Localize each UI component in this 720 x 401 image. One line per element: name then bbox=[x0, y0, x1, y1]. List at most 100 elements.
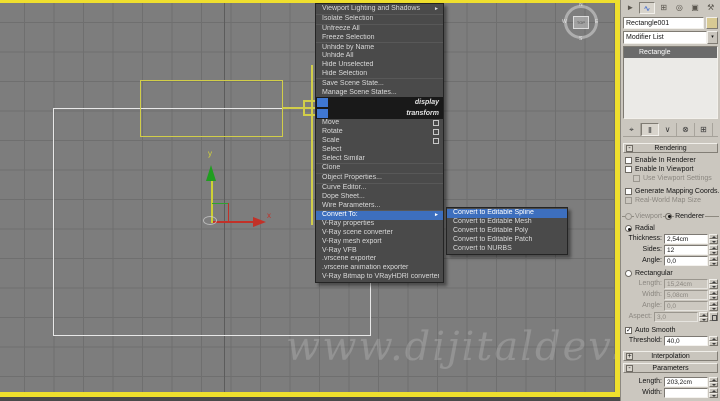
gizmo-xy-plane-red[interactable] bbox=[228, 203, 229, 222]
gizmo-y-arrowhead[interactable] bbox=[206, 165, 216, 181]
menu-item[interactable]: .vrscene exporter bbox=[316, 255, 443, 264]
rectangular-radio[interactable] bbox=[625, 270, 632, 277]
lock-aspect-icon[interactable] bbox=[709, 312, 718, 321]
spinner-down-icon[interactable] bbox=[709, 393, 718, 398]
show-end-result-icon[interactable]: Ⅱ bbox=[641, 123, 659, 136]
parameter-field[interactable] bbox=[664, 388, 708, 398]
menu-item[interactable]: Object Properties... bbox=[316, 174, 443, 183]
remove-modifier-icon[interactable]: ⊗ bbox=[677, 123, 695, 136]
submenu-item[interactable]: Convert to Editable Poly bbox=[447, 227, 567, 236]
parameter-field[interactable]: 0,0 bbox=[664, 301, 708, 311]
parameter-field[interactable]: 40,0 bbox=[664, 336, 708, 346]
menu-item[interactable]: Freeze Selection bbox=[316, 33, 443, 42]
make-unique-icon[interactable]: ∨ bbox=[659, 123, 677, 136]
viewport-radio[interactable] bbox=[625, 213, 632, 220]
menu-item[interactable]: Clone bbox=[316, 164, 443, 173]
menu-item[interactable]: V-Ray Bitmap to VRayHDRI converter bbox=[316, 273, 443, 282]
menu-item[interactable]: Scale bbox=[316, 137, 443, 146]
parameter-field[interactable]: 0,0 bbox=[664, 256, 708, 266]
gizmo-x-axis[interactable] bbox=[213, 221, 254, 223]
rollout-rendering[interactable]: - Rendering bbox=[623, 143, 718, 153]
radial-radio[interactable] bbox=[625, 225, 632, 232]
motion-tab-icon[interactable]: ◎ bbox=[672, 2, 687, 14]
menu-item[interactable]: Dope Sheet... bbox=[316, 192, 443, 201]
enable-in-renderer-checkbox[interactable] bbox=[625, 157, 632, 164]
submenu-item[interactable]: Convert to Editable Mesh bbox=[447, 218, 567, 227]
display-tab-icon[interactable]: ▣ bbox=[688, 2, 703, 14]
object-color-swatch[interactable] bbox=[706, 17, 718, 29]
configure-modifier-sets-icon[interactable]: ⊞ bbox=[695, 123, 713, 136]
rollout-minus-icon[interactable]: - bbox=[626, 365, 633, 372]
gizmo-xy-plane-green[interactable] bbox=[212, 203, 229, 204]
modifier-list-dropdown[interactable]: Modifier List ▾ bbox=[623, 31, 718, 44]
menu-item[interactable]: .vrscene animation exporter bbox=[316, 264, 443, 273]
menu-item[interactable]: Hide Unselected bbox=[316, 61, 443, 70]
viewcube-west[interactable]: W bbox=[562, 19, 567, 25]
menu-item[interactable]: Select bbox=[316, 145, 443, 154]
menu-item[interactable]: V-Ray properties bbox=[316, 220, 443, 229]
menu-item[interactable]: Convert To:► bbox=[316, 211, 443, 220]
enable-in-viewport-checkbox[interactable] bbox=[625, 166, 632, 173]
spinner-down-icon[interactable] bbox=[699, 317, 708, 322]
submenu-item[interactable]: Convert to NURBS bbox=[447, 244, 567, 253]
menu-item[interactable]: Unfreeze All bbox=[316, 25, 443, 34]
menu-item[interactable]: Select Similar bbox=[316, 154, 443, 163]
spinner-down-icon[interactable] bbox=[709, 261, 718, 266]
renderer-radio[interactable] bbox=[665, 213, 672, 220]
parameter-field[interactable]: 15,24cm bbox=[664, 279, 708, 289]
rollout-minus-icon[interactable]: - bbox=[626, 145, 633, 152]
menu-item[interactable]: V-Ray scene converter bbox=[316, 229, 443, 238]
viewcube-east[interactable]: E bbox=[595, 19, 598, 25]
menu-item[interactable]: V-Ray VFB bbox=[316, 246, 443, 255]
viewcube-south[interactable]: S bbox=[579, 36, 582, 42]
parameter-field[interactable]: 203,2cm bbox=[664, 377, 708, 387]
spinner-down-icon[interactable] bbox=[709, 239, 718, 244]
modifier-stack[interactable]: Rectangle bbox=[623, 46, 718, 119]
spinner-down-icon[interactable] bbox=[709, 341, 718, 346]
viewcube-top-face[interactable]: TOP bbox=[573, 16, 589, 29]
spinner-down-icon[interactable] bbox=[709, 306, 718, 311]
menu-item[interactable]: Viewport Lighting and Shadows► bbox=[316, 5, 443, 14]
spinner-down-icon[interactable] bbox=[709, 295, 718, 300]
menu-item[interactable]: V-Ray mesh export bbox=[316, 237, 443, 246]
use-viewport-settings-checkbox[interactable] bbox=[633, 175, 640, 182]
menu-item[interactable]: Save Scene State... bbox=[316, 79, 443, 88]
settings-box-icon[interactable] bbox=[433, 129, 439, 135]
menu-item[interactable]: Curve Editor... bbox=[316, 184, 443, 193]
menu-item[interactable]: Rotate bbox=[316, 128, 443, 137]
combo-arrow-icon[interactable]: ▾ bbox=[707, 31, 718, 44]
menu-item[interactable]: Unhide All bbox=[316, 52, 443, 61]
menu-item[interactable]: Wire Parameters... bbox=[316, 201, 443, 210]
spinner-down-icon[interactable] bbox=[709, 382, 718, 387]
gizmo-x-arrowhead[interactable] bbox=[253, 217, 266, 227]
spline-rectangle-selected[interactable] bbox=[140, 80, 283, 137]
quad-section-display[interactable]: display bbox=[316, 97, 443, 108]
menu-item[interactable]: Manage Scene States... bbox=[316, 88, 443, 97]
settings-box-icon[interactable] bbox=[433, 120, 439, 126]
stack-item-rectangle[interactable]: Rectangle bbox=[624, 47, 717, 58]
real-world-map-size-checkbox[interactable] bbox=[625, 197, 632, 204]
menu-item[interactable]: Move bbox=[316, 119, 443, 128]
pin-stack-icon[interactable]: ⌖ bbox=[623, 123, 641, 136]
auto-smooth-checkbox[interactable]: ✓ bbox=[625, 327, 632, 334]
submenu-item[interactable]: Convert to Editable Spline bbox=[447, 209, 567, 218]
utilities-tab-icon[interactable]: ⚒ bbox=[703, 2, 718, 14]
parameter-field[interactable]: 3,0 bbox=[654, 312, 698, 322]
quad-section-transform[interactable]: transform bbox=[316, 108, 443, 119]
spinner-down-icon[interactable] bbox=[709, 250, 718, 255]
parameter-field[interactable]: 2,54cm bbox=[664, 234, 708, 244]
menu-item[interactable]: Hide Selection bbox=[316, 70, 443, 79]
modify-tab-icon[interactable]: ∿ bbox=[639, 2, 656, 14]
generate-mapping-coords--checkbox[interactable] bbox=[625, 188, 632, 195]
settings-box-icon[interactable] bbox=[433, 138, 439, 144]
hierarchy-tab-icon[interactable]: ⊞ bbox=[656, 2, 671, 14]
parameter-field[interactable]: 5,08cm bbox=[664, 290, 708, 300]
rollout-plus-icon[interactable]: + bbox=[626, 353, 633, 360]
parameter-field[interactable]: 12 bbox=[664, 245, 708, 255]
rollout-parameters[interactable]: - Parameters bbox=[623, 363, 718, 373]
menu-item[interactable]: Unhide by Name bbox=[316, 43, 443, 52]
rollout-interpolation[interactable]: + Interpolation bbox=[623, 351, 718, 361]
spinner-down-icon[interactable] bbox=[709, 284, 718, 289]
object-name-field[interactable]: Rectangle001 bbox=[623, 17, 704, 29]
submenu-item[interactable]: Convert to Editable Patch bbox=[447, 235, 567, 244]
